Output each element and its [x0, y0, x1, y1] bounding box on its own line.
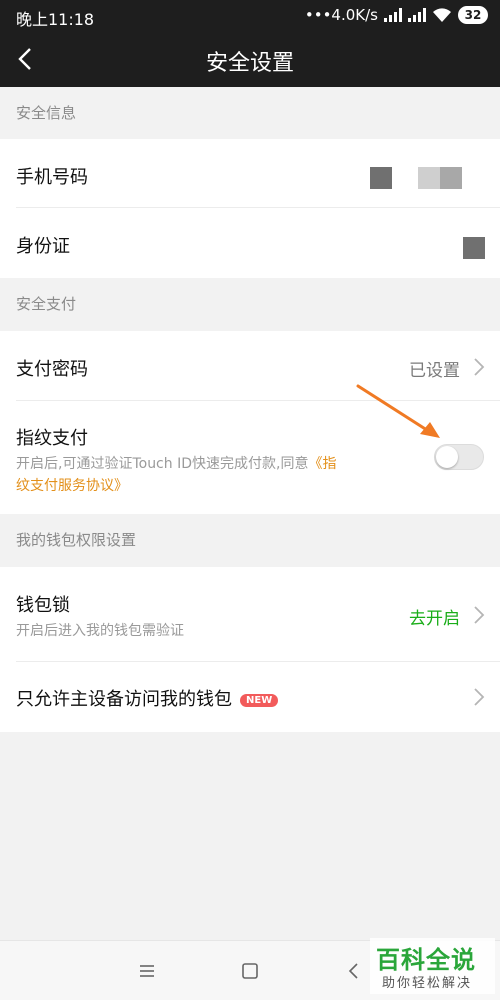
- fingerprint-pay-toggle[interactable]: [434, 444, 484, 470]
- masked-id-block: [463, 237, 485, 259]
- network-speed: •••4.0K/s: [304, 6, 378, 24]
- masked-phone-block: [440, 167, 462, 189]
- wallet-lock-enable-link[interactable]: 去开启: [409, 604, 460, 629]
- chevron-right-icon: [474, 606, 485, 624]
- signal-icon: [384, 8, 402, 22]
- row-wallet-lock[interactable]: 钱包锁 开启后进入我的钱包需验证 去开启: [0, 567, 500, 662]
- masked-phone-block: [418, 167, 440, 189]
- wifi-icon: [433, 8, 451, 22]
- status-right: •••4.0K/s 32: [305, 6, 488, 24]
- fingerprint-agreement-link[interactable]: 《指: [308, 456, 336, 472]
- menu-icon[interactable]: [135, 959, 159, 983]
- section-header-security-info: 安全信息: [16, 104, 77, 122]
- back-nav-icon[interactable]: [342, 959, 366, 983]
- status-bar: 晚上11:18 •••4.0K/s 32: [0, 0, 500, 32]
- page-title: 安全设置: [205, 51, 294, 76]
- row-id-card[interactable]: 身份证: [0, 208, 500, 278]
- status-time: 晚上11:18: [16, 10, 95, 29]
- wallet-lock-description: 开启后进入我的钱包需验证: [16, 623, 184, 639]
- home-icon[interactable]: [238, 959, 262, 983]
- main-device-label: 只允许主设备访问我的钱包 NEW: [16, 685, 279, 711]
- row-phone[interactable]: 手机号码: [0, 139, 500, 208]
- new-badge: NEW: [240, 694, 279, 707]
- chevron-right-icon: [474, 688, 485, 706]
- fingerprint-pay-description: 开启后,可通过验证Touch ID快速完成付款,同意《指纹支付服务协议》: [16, 453, 376, 497]
- signal-icon-2: [408, 8, 426, 22]
- toggle-knob: [436, 446, 458, 468]
- battery-icon: 32: [458, 6, 488, 24]
- wallet-lock-label: 钱包锁: [16, 595, 70, 616]
- masked-phone-block: [370, 167, 392, 189]
- row-main-device-only[interactable]: 只允许主设备访问我的钱包 NEW: [0, 662, 500, 732]
- section-header-wallet-permissions: 我的钱包权限设置: [16, 531, 137, 549]
- fingerprint-pay-label: 指纹支付: [16, 428, 88, 449]
- pay-password-status: 已设置: [409, 361, 460, 381]
- phone-label: 手机号码: [16, 167, 88, 188]
- nav-bar: 安全设置: [0, 32, 500, 87]
- id-card-label: 身份证: [16, 236, 70, 257]
- chevron-right-icon: [474, 358, 485, 376]
- watermark-logo: 百科全说 助你轻松解决: [370, 938, 495, 994]
- annotation-arrow-icon: [356, 384, 440, 438]
- section-header-security-pay: 安全支付: [16, 295, 77, 313]
- fingerprint-agreement-link[interactable]: 纹支付服务协议》: [16, 478, 128, 494]
- main-device-label-text: 只允许主设备访问我的钱包: [16, 689, 232, 710]
- pay-password-label: 支付密码: [16, 359, 88, 380]
- watermark-title: 百科全说: [376, 946, 476, 974]
- watermark-subtitle: 助你轻松解决: [382, 976, 473, 991]
- fingerprint-desc-text: 开启后,可通过验证Touch ID快速完成付款,同意: [16, 456, 309, 472]
